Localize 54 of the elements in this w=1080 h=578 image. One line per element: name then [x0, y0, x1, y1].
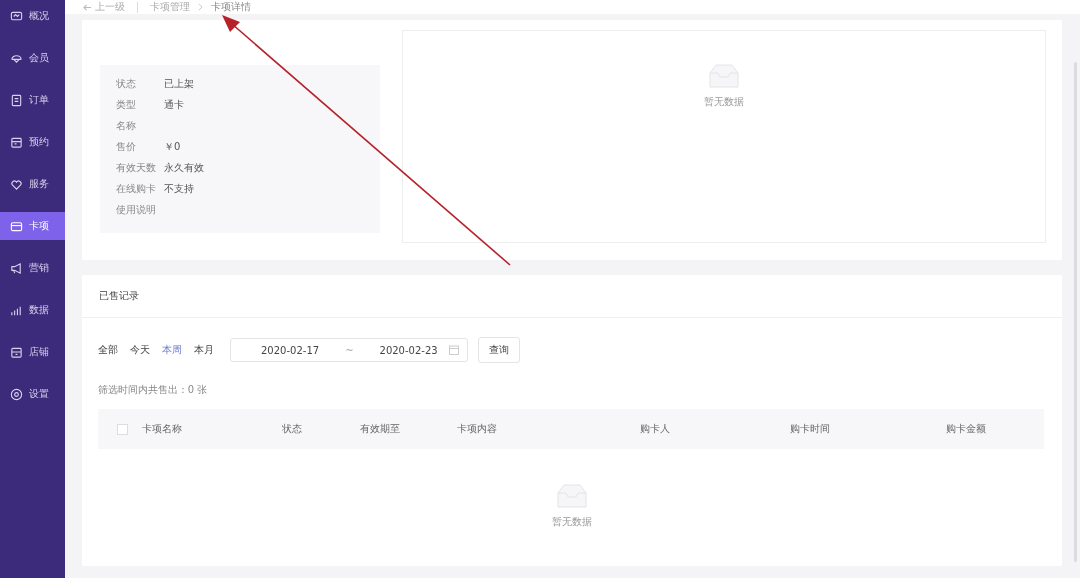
field-label: 有效天数 [116, 160, 157, 175]
column-header: 购卡时间 [789, 422, 832, 436]
monitor-icon [10, 9, 23, 23]
field-value: 已上架 [164, 76, 194, 91]
empty-text: 暂无数据 [552, 515, 592, 529]
calendar-icon [449, 345, 459, 355]
field-label: 售价 [116, 139, 137, 154]
card-icon [10, 219, 23, 233]
empty-text: 暂无数据 [704, 95, 744, 109]
filter-tab[interactable]: 本月 [194, 343, 214, 357]
column-header: 卡项内容 [457, 422, 498, 436]
select-all-checkbox[interactable] [116, 423, 128, 435]
field-label: 状态 [116, 76, 137, 91]
query-button[interactable]: 查询 [478, 337, 520, 363]
heart-icon [10, 177, 23, 191]
column-header: 有效期至 [360, 422, 401, 436]
field-value: ￥0 [164, 139, 181, 154]
filter-tab[interactable]: 今天 [130, 343, 150, 357]
filter-tab[interactable]: 本周 [162, 343, 182, 357]
column-header: 购卡人 [638, 422, 671, 436]
field-label: 使用说明 [116, 202, 157, 217]
sidebar-item[interactable]: 服务 [0, 170, 65, 198]
empty-tray-icon [706, 63, 742, 89]
settings-icon [10, 387, 23, 401]
field-value: 不支持 [164, 181, 194, 196]
date-range-field[interactable]: 2020-02-17 ~ 2020-02-23 [230, 338, 468, 362]
sidebar-item[interactable]: 卡项 [0, 212, 65, 240]
sidebar-item[interactable]: 营销 [0, 254, 65, 282]
chevron-icon [198, 3, 203, 11]
column-header: 状态 [282, 422, 303, 436]
sidebar-item[interactable]: 数据 [0, 296, 65, 324]
section-title: 已售记录 [99, 289, 139, 303]
filter-tab[interactable]: 全部 [98, 343, 118, 357]
back-arrow-icon [83, 2, 92, 12]
megaphone-icon [10, 261, 23, 275]
sidebar-item[interactable]: 订单 [0, 86, 65, 114]
field-value: 通卡 [164, 97, 184, 112]
field-label: 名称 [116, 118, 137, 133]
breadcrumb-item: 卡项详情 [211, 0, 251, 14]
column-header: 购卡金额 [945, 422, 988, 436]
store-icon [10, 345, 23, 359]
sidebar-item[interactable]: 预约 [0, 128, 65, 156]
field-value: 永久有效 [164, 160, 204, 175]
field-label: 在线购卡 [116, 181, 157, 196]
sidebar-item[interactable]: 会员 [0, 44, 65, 72]
document-icon [10, 93, 23, 107]
sidebar-item[interactable]: 概况 [0, 2, 65, 30]
summary-text: 筛选时间内共售出 : 0 张 [98, 383, 209, 397]
calendar-icon [10, 135, 23, 149]
field-label: 类型 [116, 97, 137, 112]
sidebar-item[interactable]: 店铺 [0, 338, 65, 366]
sidebar-item[interactable]: 设置 [0, 380, 65, 408]
column-header: 卡项名称 [142, 422, 183, 436]
empty-tray-icon [554, 483, 590, 509]
